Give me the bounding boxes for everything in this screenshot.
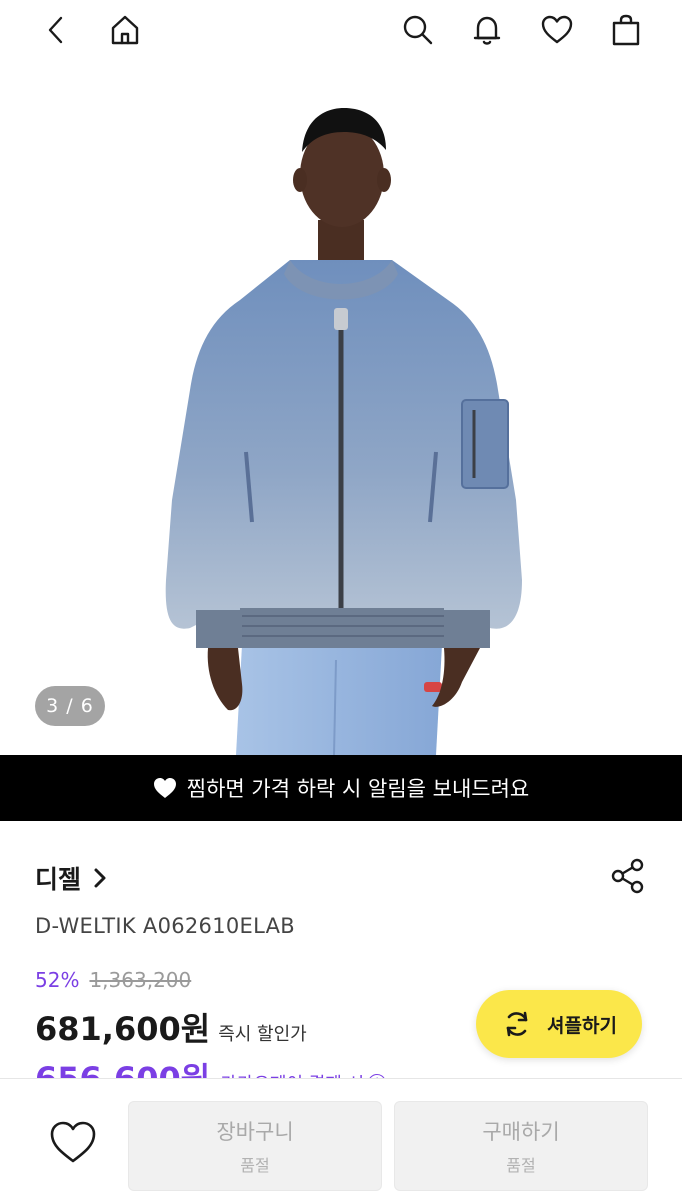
- refresh-icon: [506, 1011, 528, 1037]
- price-alert-banner[interactable]: 찜하면 가격 하락 시 알림을 보내드려요: [0, 755, 682, 821]
- image-counter-badge: 3 / 6: [35, 686, 105, 726]
- bell-icon[interactable]: [465, 8, 509, 52]
- wishlist-button[interactable]: [48, 1119, 98, 1165]
- cart-button-label: 장바구니: [216, 1120, 294, 1144]
- brand-link[interactable]: 디젤: [35, 860, 109, 896]
- price-alert-text: 찜하면 가격 하락 시 알림을 보내드려요: [186, 777, 530, 801]
- chevron-left-icon[interactable]: [34, 8, 78, 52]
- shuffle-button[interactable]: 셔플하기: [476, 990, 642, 1058]
- discount-row: 52% 1,363,200: [35, 968, 191, 992]
- bottom-action-bar: 장바구니 품절 구매하기 품절: [0, 1078, 682, 1200]
- original-price: 1,363,200: [89, 968, 192, 992]
- product-image-gallery[interactable]: 3 / 6: [0, 60, 682, 755]
- share-icon[interactable]: [608, 856, 648, 896]
- heart-outline-icon: [50, 1121, 96, 1163]
- product-photo: [165, 108, 522, 755]
- top-navigation-bar: [0, 0, 682, 60]
- sale-price-row: 681,600원 즉시 할인가: [35, 1004, 307, 1050]
- search-icon[interactable]: [396, 8, 440, 52]
- sale-price: 681,600원: [35, 1010, 211, 1048]
- sale-price-label: 즉시 할인가: [218, 1024, 307, 1045]
- product-model-name: D-WELTIK A062610ELAB: [35, 914, 295, 938]
- heart-filled-icon: [153, 778, 176, 798]
- buy-now-button[interactable]: 구매하기 품절: [394, 1101, 648, 1191]
- shopping-bag-icon[interactable]: [604, 8, 648, 52]
- shuffle-label: 셔플하기: [547, 1014, 617, 1037]
- buy-button-label: 구매하기: [482, 1120, 560, 1144]
- discount-rate: 52%: [35, 968, 80, 992]
- buy-button-status: 품절: [506, 1156, 536, 1175]
- add-to-cart-button[interactable]: 장바구니 품절: [128, 1101, 382, 1191]
- heart-icon[interactable]: [535, 8, 579, 52]
- home-icon[interactable]: [103, 8, 147, 52]
- cart-button-status: 품절: [240, 1156, 270, 1175]
- brand-name: 디젤: [35, 865, 82, 894]
- image-counter-text: 3 / 6: [46, 695, 94, 717]
- chevron-right-icon: [94, 868, 106, 888]
